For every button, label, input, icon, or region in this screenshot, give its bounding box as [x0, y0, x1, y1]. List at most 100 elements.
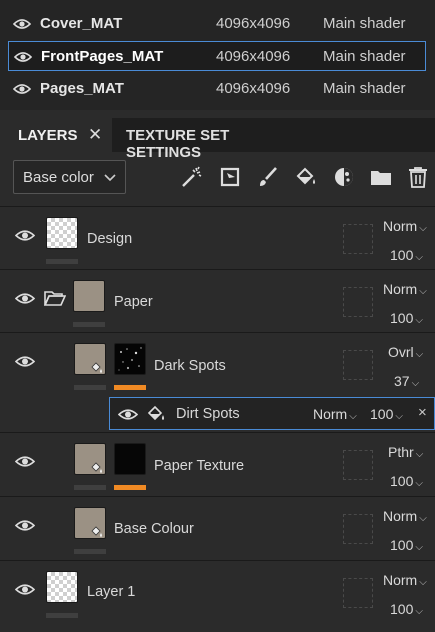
mask-icon[interactable] [332, 165, 356, 189]
close-icon[interactable]: × [418, 404, 427, 421]
blend-mode-select[interactable]: Norm ⌵ [383, 281, 427, 297]
eye-icon[interactable] [117, 408, 139, 426]
magic-wand-icon[interactable] [180, 165, 204, 189]
blend-mode-value: Norm [383, 218, 418, 234]
texture-set-shader: Main shader [323, 80, 406, 97]
blend-mode-value: Pthr [388, 444, 414, 460]
texture-set-resolution: 4096x4096 [216, 15, 291, 32]
effect-row[interactable]: Dirt Spots Norm ⌵ 100 ⌵ × [109, 397, 435, 430]
tab-layers-label: LAYERS [18, 127, 78, 144]
texture-set-list: Cover_MAT 4096x4096 Main shader FrontPag… [0, 0, 435, 110]
chevron-down-icon: ⌵ [411, 378, 420, 389]
blend-mode-select[interactable]: Norm ⌵ [383, 508, 427, 524]
chevron-down-icon [104, 169, 116, 186]
blend-mode-select[interactable]: Pthr ⌵ [388, 444, 423, 460]
blend-preview [343, 224, 373, 254]
opacity-select[interactable]: 100 ⌵ [390, 310, 423, 326]
eye-icon[interactable] [14, 355, 36, 373]
mask-bar [114, 385, 146, 390]
texture-set-resolution: 4096x4096 [216, 48, 291, 65]
blend-preview [343, 514, 373, 544]
layer-row[interactable]: Dark Spots Ovrl ⌵ 37 ⌵ [0, 332, 435, 397]
opacity-select[interactable]: 100 ⌵ [370, 406, 403, 422]
chevron-down-icon: ⌵ [415, 252, 423, 263]
texture-set-row[interactable]: Pages_MAT 4096x4096 Main shader [0, 74, 435, 104]
opacity-select[interactable]: 100 ⌵ [390, 537, 423, 553]
add-fill-icon[interactable] [218, 165, 242, 189]
blend-mode-select[interactable]: Ovrl ⌵ [388, 344, 423, 360]
effect-name: Dirt Spots [176, 406, 240, 422]
layer-row[interactable]: Layer 1 Norm ⌵ 100 ⌵ [0, 560, 435, 632]
layer-row[interactable]: Paper Texture Pthr ⌵ 100 ⌵ [0, 432, 435, 496]
chevron-down-icon: ⌵ [419, 223, 427, 234]
paint-bucket-icon [90, 525, 104, 539]
layer-name: Layer 1 [87, 584, 136, 600]
chevron-down-icon: ⌵ [415, 349, 424, 360]
blend-mode-select[interactable]: Norm ⌵ [383, 572, 427, 588]
blend-mode-select[interactable]: Norm ⌵ [383, 218, 427, 234]
eye-icon[interactable] [14, 292, 36, 310]
layer-folder-row[interactable]: Paper Norm ⌵ 100 ⌵ [0, 269, 435, 332]
opacity-select[interactable]: 37 ⌵ [394, 373, 419, 389]
texture-set-row[interactable]: Cover_MAT 4096x4096 Main shader [0, 9, 435, 39]
layer-name: Base Colour [114, 521, 194, 537]
brush-icon[interactable] [256, 165, 280, 189]
close-icon[interactable]: ✕ [88, 125, 102, 145]
mask-bar [114, 485, 146, 490]
blend-mode-value: Norm [313, 406, 348, 422]
blend-mode-select[interactable]: Norm ⌵ [313, 406, 357, 422]
opacity-value: 100 [390, 310, 414, 326]
opacity-value: 100 [370, 406, 394, 422]
eye-icon[interactable] [14, 455, 36, 473]
texture-set-row-selected[interactable]: FrontPages_MAT 4096x4096 Main shader [8, 41, 426, 71]
blend-preview [343, 350, 373, 380]
layer-name: Paper Texture [154, 458, 245, 474]
eye-icon[interactable] [14, 229, 36, 247]
texture-set-name: Pages_MAT [40, 80, 124, 97]
paint-bucket-icon[interactable] [294, 165, 318, 189]
folder-icon[interactable] [369, 165, 393, 189]
layer-name: Paper [114, 294, 153, 310]
channel-select[interactable]: Base color [13, 160, 126, 194]
chevron-down-icon: ⌵ [415, 478, 423, 489]
chevron-down-icon: ⌵ [349, 411, 357, 422]
chevron-down-icon: ⌵ [419, 577, 427, 588]
mask-bar [46, 259, 78, 264]
blend-mode-value: Ovrl [388, 344, 414, 360]
blend-preview [343, 450, 373, 480]
eye-icon[interactable] [14, 583, 36, 601]
opacity-select[interactable]: 100 ⌵ [390, 601, 423, 617]
paint-bucket-icon [146, 404, 166, 429]
eye-icon[interactable] [13, 50, 33, 67]
tab-layers[interactable]: LAYERS ✕ [0, 118, 112, 152]
tab-texture-set-settings[interactable]: TEXTURE SET SETTINGS [118, 118, 308, 161]
opacity-value: 100 [390, 537, 414, 553]
eye-icon[interactable] [12, 17, 32, 34]
layer-thumbnail [46, 217, 78, 249]
opacity-value: 37 [394, 373, 410, 389]
paint-bucket-icon [90, 461, 104, 475]
texture-set-resolution: 4096x4096 [216, 80, 291, 97]
chevron-down-icon: ⌵ [415, 606, 423, 617]
blend-mode-value: Norm [383, 572, 418, 588]
mask-thumbnail[interactable] [114, 343, 146, 375]
trash-icon[interactable] [406, 165, 430, 189]
layer-thumbnail [46, 571, 78, 603]
mask-thumbnail[interactable] [114, 443, 146, 475]
chevron-down-icon: ⌵ [415, 449, 424, 460]
eye-icon[interactable] [14, 519, 36, 537]
layer-thumbnail [73, 280, 105, 312]
layer-row[interactable]: Design Norm ⌵ 100 ⌵ [0, 206, 435, 269]
folder-open-icon[interactable] [43, 290, 67, 311]
opacity-value: 100 [390, 247, 414, 263]
layer-name: Design [87, 231, 133, 247]
layer-row[interactable]: Base Colour Norm ⌵ 100 ⌵ [0, 496, 435, 560]
opacity-select[interactable]: 100 ⌵ [390, 473, 423, 489]
chevron-down-icon: ⌵ [395, 411, 403, 422]
texture-set-shader: Main shader [323, 15, 406, 32]
opacity-select[interactable]: 100 ⌵ [390, 247, 423, 263]
paint-bucket-icon [90, 361, 104, 375]
blend-preview [343, 287, 373, 317]
eye-icon[interactable] [12, 82, 32, 99]
chevron-down-icon: ⌵ [419, 513, 427, 524]
